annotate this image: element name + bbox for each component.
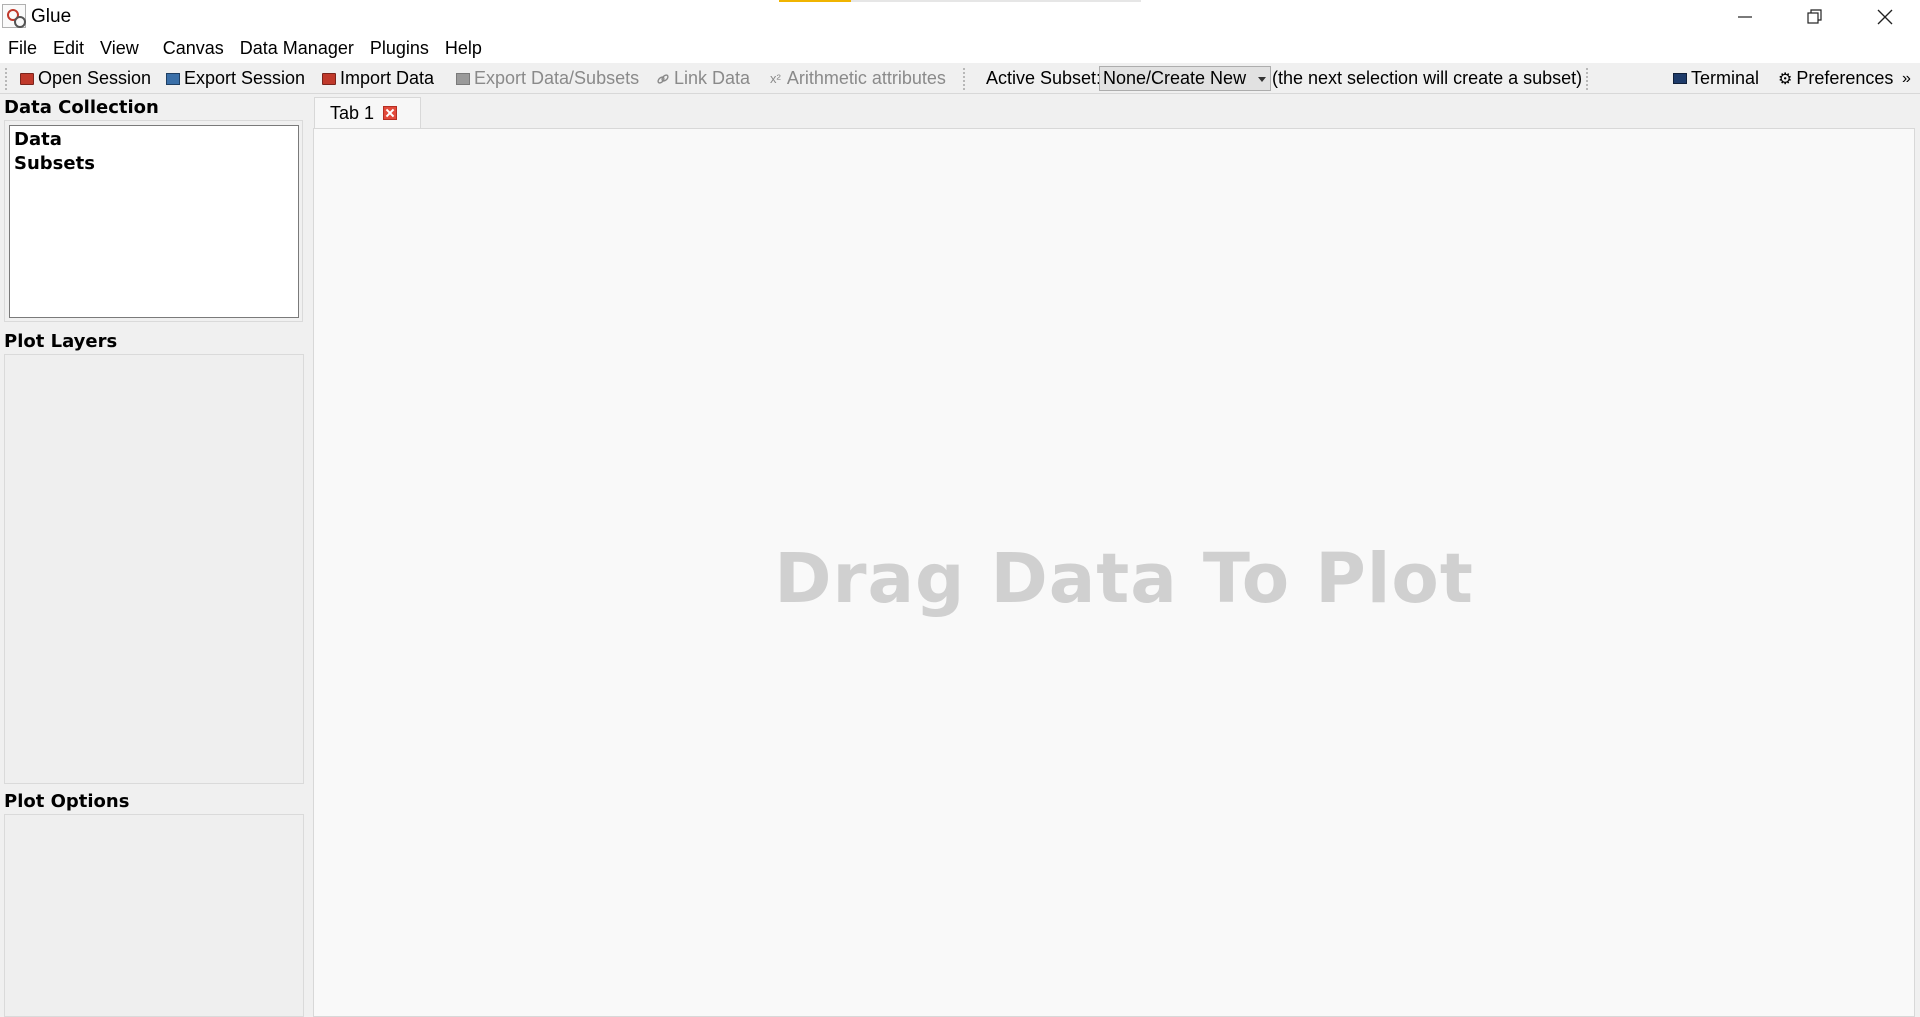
minimize-button[interactable] xyxy=(1710,0,1780,34)
link-data-button[interactable]: Link Data xyxy=(656,66,750,91)
chevron-down-icon xyxy=(1258,77,1266,82)
canvas-area[interactable]: Drag Data To Plot xyxy=(313,128,1915,1017)
arithmetic-attributes-label: Arithmetic attributes xyxy=(786,68,946,88)
arithmetic-icon: x² xyxy=(770,71,781,86)
menu-plugins[interactable]: Plugins xyxy=(362,34,437,63)
tree-item-subsets[interactable]: Subsets xyxy=(14,153,95,174)
active-subset-value: None/Create New xyxy=(1103,68,1247,88)
export-icon xyxy=(456,72,470,85)
minimize-icon xyxy=(1738,16,1752,18)
toolbar-grip[interactable] xyxy=(1586,68,1588,90)
open-session-button[interactable]: Open Session xyxy=(20,66,151,91)
menu-data-manager[interactable]: Data Manager xyxy=(232,34,362,63)
save-icon xyxy=(166,72,180,85)
plot-layers-title: Plot Layers xyxy=(4,331,118,352)
link-icon xyxy=(657,73,669,84)
menu-help[interactable]: Help xyxy=(437,34,490,63)
main-toolbar: Open Session Export Session Import Data … xyxy=(0,63,1920,94)
open-session-label: Open Session xyxy=(38,68,152,88)
active-subset-combo[interactable]: None/Create New xyxy=(1099,66,1271,91)
import-icon xyxy=(322,72,336,85)
export-session-button[interactable]: Export Session xyxy=(166,66,305,91)
export-session-label: Export Session xyxy=(184,68,306,88)
plot-layers-panel xyxy=(4,354,304,784)
menu-edit[interactable]: Edit xyxy=(45,34,92,63)
menu-canvas[interactable]: Canvas xyxy=(155,34,232,63)
title-bar: Glue xyxy=(0,0,1920,34)
folder-icon xyxy=(20,72,34,85)
plot-options-panel xyxy=(4,814,304,1017)
menu-view[interactable]: View xyxy=(92,34,147,63)
preferences-label: Preferences xyxy=(1796,68,1894,88)
tree-item-data[interactable]: Data xyxy=(14,129,62,150)
arithmetic-attributes-button[interactable]: x² Arithmetic attributes xyxy=(770,66,946,91)
gear-icon: ⚙ xyxy=(1778,70,1793,88)
restore-button[interactable] xyxy=(1780,0,1850,34)
import-data-button[interactable]: Import Data xyxy=(322,66,434,91)
close-tab-icon[interactable] xyxy=(383,106,398,120)
tab-label: Tab 1 xyxy=(330,102,375,123)
data-collection-title: Data Collection xyxy=(4,97,159,118)
title-divider xyxy=(851,0,1141,2)
toolbar-grip[interactable] xyxy=(5,68,7,90)
preferences-button[interactable]: ⚙ Preferences xyxy=(1778,66,1893,91)
export-data-subsets-label: Export Data/Subsets xyxy=(474,68,640,88)
plot-options-title: Plot Options xyxy=(4,791,130,812)
import-data-label: Import Data xyxy=(340,68,435,88)
active-subset-hint: (the next selection will create a subset… xyxy=(1272,68,1583,88)
close-icon xyxy=(1877,9,1893,25)
glue-app-icon xyxy=(2,4,26,28)
terminal-icon xyxy=(1673,73,1687,84)
link-data-label: Link Data xyxy=(674,68,751,88)
window-title: Glue xyxy=(31,6,72,27)
terminal-button[interactable]: Terminal xyxy=(1673,66,1759,91)
menu-bar: File Edit View Canvas Data Manager Plugi… xyxy=(0,34,1920,63)
menu-file[interactable]: File xyxy=(0,34,45,63)
toolbar-overflow-button[interactable]: » xyxy=(1902,66,1911,91)
restore-icon xyxy=(1807,9,1822,24)
active-subset-label: Active Subset: xyxy=(986,68,1102,88)
title-accent-bar xyxy=(779,0,851,2)
tab-1[interactable]: Tab 1 xyxy=(314,97,421,128)
terminal-label: Terminal xyxy=(1691,68,1760,88)
close-button[interactable] xyxy=(1850,0,1920,34)
export-data-subsets-button[interactable]: Export Data/Subsets xyxy=(456,66,639,91)
toolbar-grip[interactable] xyxy=(963,68,965,90)
data-collection-tree[interactable]: Data Subsets xyxy=(9,125,299,318)
drop-placeholder: Drag Data To Plot xyxy=(774,539,1474,619)
